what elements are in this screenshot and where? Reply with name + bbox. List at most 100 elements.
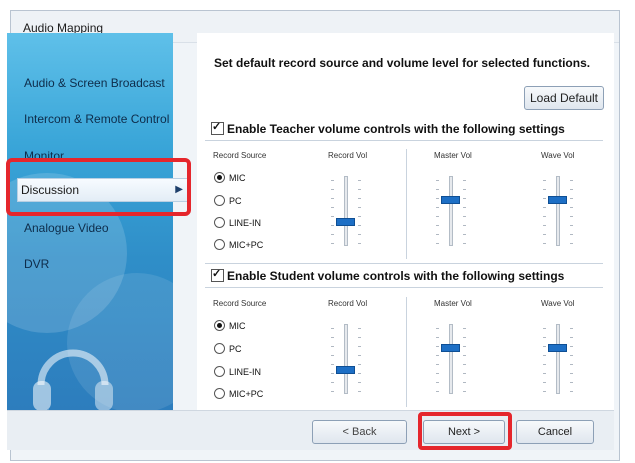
teacher-source-mic[interactable]: MIC (214, 172, 246, 183)
slider-thumb[interactable] (441, 344, 460, 352)
slider-thumb[interactable] (441, 196, 460, 204)
slider-track[interactable] (344, 176, 348, 246)
col-record-vol: Record Vol (328, 299, 368, 308)
slider-tick (358, 346, 361, 347)
slider-tick (543, 346, 546, 347)
slider-thumb[interactable] (336, 218, 355, 226)
slider-tick (543, 189, 546, 190)
radio-label: PC (229, 344, 242, 354)
slider-tick (436, 198, 439, 199)
next-button[interactable]: Next > (423, 420, 505, 444)
radio-icon (214, 343, 225, 354)
student-source-mic[interactable]: MIC (214, 320, 246, 331)
load-default-button[interactable]: Load Default (524, 86, 604, 110)
slider-tick (570, 207, 573, 208)
slider-tick (331, 189, 334, 190)
divider (205, 263, 603, 264)
back-button[interactable]: < Back (312, 420, 407, 444)
slider-tick (463, 337, 466, 338)
teacher-master-vol-slider[interactable] (436, 176, 476, 246)
teacher-section-header[interactable]: Enable Teacher volume controls with the … (211, 120, 565, 136)
radio-label: MIC (229, 321, 246, 331)
slider-track[interactable] (344, 324, 348, 394)
slider-thumb[interactable] (548, 344, 567, 352)
student-master-vol-slider[interactable] (436, 324, 476, 394)
slider-thumb[interactable] (548, 196, 567, 204)
slider-tick (570, 189, 573, 190)
teacher-wave-vol-slider[interactable] (543, 176, 583, 246)
slider-track[interactable] (556, 324, 560, 394)
sidebar-item-label: Monitor (24, 149, 65, 163)
slider-tick (436, 189, 439, 190)
slider-tick (543, 337, 546, 338)
slider-tick (570, 243, 573, 244)
slider-tick (436, 216, 439, 217)
slider-tick (436, 234, 439, 235)
student-section-header[interactable]: Enable Student volume controls with the … (211, 267, 564, 283)
slider-tick (331, 355, 334, 356)
slider-tick (570, 337, 573, 338)
col-master-vol: Master Vol (434, 299, 472, 308)
slider-tick (358, 207, 361, 208)
sidebar-item-label: Audio & Screen Broadcast (24, 76, 165, 90)
slider-tick (463, 189, 466, 190)
radio-icon (214, 366, 225, 377)
divider (205, 287, 603, 288)
student-enable-checkbox[interactable] (211, 267, 224, 282)
student-record-vol-slider[interactable] (331, 324, 371, 394)
slider-tick (358, 337, 361, 338)
student-source-mic-pc[interactable]: MIC+PC (214, 388, 263, 399)
sidebar-item-label: DVR (24, 257, 50, 271)
slider-tick (543, 328, 546, 329)
slider-tick (331, 346, 334, 347)
slider-tick (570, 328, 573, 329)
slider-tick (331, 198, 334, 199)
student-source-line-in[interactable]: LINE-IN (214, 366, 261, 377)
radio-selected-icon (214, 172, 225, 183)
slider-tick (463, 382, 466, 383)
slider-tick (358, 216, 361, 217)
slider-tick (436, 207, 439, 208)
radio-icon (214, 217, 225, 228)
slider-tick (436, 391, 439, 392)
slider-tick (463, 391, 466, 392)
radio-label: MIC+PC (229, 389, 264, 399)
sidebar-item-monitor[interactable]: Monitor (24, 149, 64, 163)
student-wave-vol-slider[interactable] (543, 324, 583, 394)
col-record-source: Record Source (213, 299, 267, 308)
slider-tick (358, 328, 361, 329)
teacher-enable-checkbox[interactable] (211, 120, 224, 135)
sidebar-item-analogue-video[interactable]: Analogue Video (24, 221, 109, 235)
arrow-right-icon: ▶ (175, 184, 183, 195)
col-wave-vol: Wave Vol (541, 299, 575, 308)
slider-tick (463, 328, 466, 329)
teacher-section-title: Enable Teacher volume controls with the … (227, 122, 565, 136)
slider-track[interactable] (449, 176, 453, 246)
slider-tick (543, 198, 546, 199)
sidebar-item-discussion[interactable]: Discussion ▶ (17, 178, 190, 202)
slider-tick (331, 243, 334, 244)
slider-track[interactable] (449, 324, 453, 394)
slider-track[interactable] (556, 176, 560, 246)
sidebar-item-audio-screen-broadcast[interactable]: Audio & Screen Broadcast (24, 76, 165, 90)
slider-tick (358, 382, 361, 383)
slider-tick (463, 243, 466, 244)
cancel-button[interactable]: Cancel (516, 420, 594, 444)
sidebar-item-dvr[interactable]: DVR (24, 257, 49, 271)
teacher-source-pc[interactable]: PC (214, 195, 242, 206)
teacher-record-vol-slider[interactable] (331, 176, 371, 246)
slider-tick (543, 355, 546, 356)
slider-tick (543, 243, 546, 244)
divider (406, 297, 407, 407)
radio-selected-icon (214, 320, 225, 331)
slider-tick (331, 382, 334, 383)
radio-label: MIC (229, 173, 246, 183)
sidebar-item-intercom-remote-control[interactable]: Intercom & Remote Control (24, 112, 169, 126)
slider-thumb[interactable] (336, 366, 355, 374)
student-source-pc[interactable]: PC (214, 343, 242, 354)
teacher-source-mic-pc[interactable]: MIC+PC (214, 239, 263, 250)
slider-tick (358, 355, 361, 356)
teacher-source-line-in[interactable]: LINE-IN (214, 217, 261, 228)
slider-tick (543, 382, 546, 383)
slider-tick (331, 391, 334, 392)
